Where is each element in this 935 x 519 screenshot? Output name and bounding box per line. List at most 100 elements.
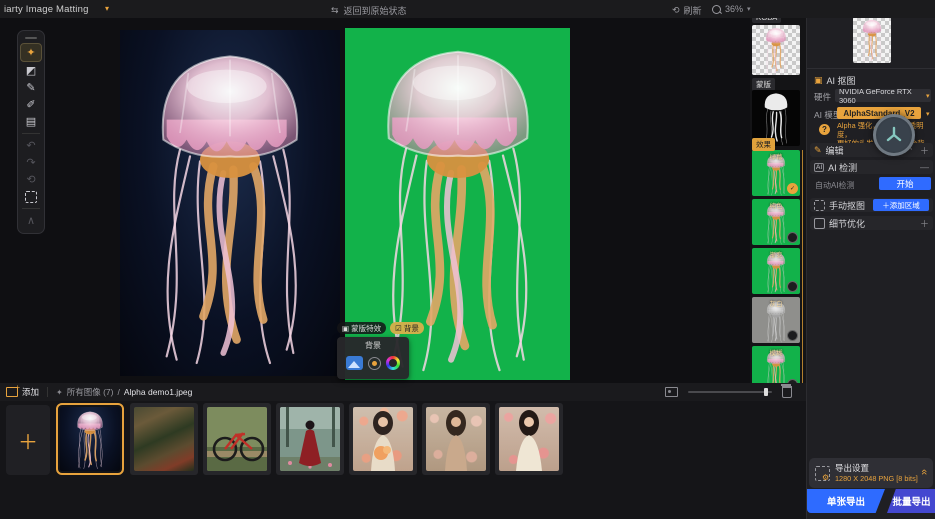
- magic-wand-icon: ✦: [26, 46, 35, 59]
- add-image-tile[interactable]: ＋: [6, 405, 50, 475]
- export-single-button[interactable]: 单张导出: [807, 489, 885, 513]
- section-edit[interactable]: ✎ 编辑 ↶ ＋: [810, 143, 933, 157]
- swap-icon[interactable]: ⇆: [331, 5, 339, 16]
- thumb-woman-bouquet: [353, 407, 413, 471]
- eraser-icon: ◩: [26, 64, 36, 77]
- effect-label: 灰白: [752, 298, 800, 308]
- chevron-up-icon: ∧: [27, 214, 35, 227]
- trash-icon[interactable]: [782, 386, 792, 398]
- detail-optimize-title: 细节优化: [829, 217, 865, 230]
- effect-thumbnail-4[interactable]: 灰白: [752, 297, 800, 343]
- slider-handle[interactable]: [764, 388, 768, 396]
- paint-roller-icon: ▤: [26, 115, 36, 128]
- tools-toolbar: ✦ ◩ ✎ ✐ ▤ ↶ ↷ ⟲ ∧: [17, 30, 45, 234]
- checkbox-icon: ☑: [395, 324, 402, 333]
- chip-mask-effect-label: 蒙版特效: [351, 323, 381, 334]
- start-detect-button[interactable]: 开始: [879, 177, 931, 190]
- export-bits: [8 bits]: [896, 474, 918, 483]
- undo-button[interactable]: ↶: [21, 137, 41, 154]
- model-select[interactable]: AlphaStandard_V2: [837, 107, 921, 119]
- breadcrumb-all-images[interactable]: 所有图像 (7): [67, 386, 114, 398]
- filmstrip-item-7[interactable]: [495, 403, 563, 475]
- thumb-jellyfish: [60, 407, 120, 471]
- filmstrip-item-3[interactable]: [203, 403, 271, 475]
- export-info: 1280 X 2048 PNG [8 bits]: [835, 474, 918, 483]
- effect-thumbnail-1[interactable]: 绿幕 ✓: [752, 150, 800, 196]
- export-single-label: 单张导出: [827, 494, 865, 508]
- redo-button[interactable]: ↷: [21, 154, 41, 171]
- star-icon: ✦: [56, 388, 63, 397]
- detail-optimize-icon: [814, 218, 825, 229]
- refresh-control[interactable]: ⟲ 刷新: [672, 4, 702, 17]
- section-ai-detect[interactable]: AI AI 检测 —: [810, 160, 933, 174]
- layers-icon: ▣: [342, 324, 349, 333]
- effect-thumbnail-2[interactable]: 纯色: [752, 199, 800, 245]
- canvas-status-text: 返回到原始状态: [344, 4, 407, 17]
- collapse-export-icon[interactable]: «: [918, 469, 930, 475]
- original-image[interactable]: [120, 30, 340, 376]
- collapse-toolbar-button[interactable]: ∧: [21, 212, 41, 229]
- chip-mask-effect[interactable]: ▣ 蒙版特效: [337, 322, 386, 334]
- toolbar-drag-handle[interactable]: [25, 37, 37, 39]
- redo-icon: ↷: [26, 156, 35, 169]
- effect-badge[interactable]: [787, 330, 798, 341]
- add-image-button[interactable]: 添加: [22, 386, 39, 398]
- background-transparent-option[interactable]: [368, 357, 381, 370]
- background-image-option[interactable]: [346, 356, 363, 370]
- thumbnail-size-icon: [665, 387, 678, 397]
- edit-add-icon[interactable]: ＋: [920, 144, 929, 157]
- section-manual-matting[interactable]: 手动抠图 ＋添加区域: [810, 198, 933, 212]
- effect-badge[interactable]: [787, 281, 798, 292]
- effect-label: 模糊: [752, 347, 800, 357]
- expand-section-icon[interactable]: ＋: [920, 217, 929, 230]
- manual-matting-title: 手动抠图: [829, 199, 865, 212]
- filmstrip-header: 添加 ✦ 所有图像 (7) / Alpha demo1.jpeg: [0, 383, 806, 401]
- zoom-control[interactable]: 36% ▾: [712, 4, 751, 14]
- refresh-icon: ⟲: [672, 5, 680, 16]
- filmstrip-item-2[interactable]: [130, 403, 198, 475]
- filmstrip-item-4[interactable]: [276, 403, 344, 475]
- current-image-preview[interactable]: [853, 17, 891, 63]
- effect-label: 渐变: [752, 249, 800, 259]
- canvas-status: ⇆ 返回到原始状态: [331, 4, 407, 17]
- filmstrip-item-1-selected[interactable]: [56, 403, 124, 475]
- ai-matting-title: AI 抠图: [827, 74, 856, 87]
- add-region-button[interactable]: ＋添加区域: [873, 199, 929, 211]
- eraser-tool[interactable]: ◩: [21, 62, 41, 79]
- floating-assistant-button[interactable]: [873, 114, 915, 156]
- reset-button[interactable]: ⟲: [21, 171, 41, 188]
- chip-background[interactable]: ☑ 背景: [390, 322, 424, 334]
- roller-tool[interactable]: ▤: [21, 113, 41, 130]
- thumbnail-size-slider[interactable]: [688, 391, 772, 393]
- brush-tool[interactable]: ✐: [21, 96, 41, 113]
- pen-tool[interactable]: ✎: [21, 79, 41, 96]
- filmstrip-item-5[interactable]: [349, 403, 417, 475]
- section-detail-optimize[interactable]: 细节优化 ＋: [810, 216, 933, 230]
- background-color-picker-option[interactable]: [386, 356, 400, 370]
- ai-detect-title: AI 检测: [828, 161, 857, 174]
- marquee-tool[interactable]: [21, 188, 41, 205]
- rgba-thumbnail[interactable]: [752, 25, 800, 75]
- effect-badge[interactable]: [787, 232, 798, 243]
- collapse-section-icon[interactable]: —: [920, 162, 929, 172]
- chip-background-label: 背景: [404, 323, 419, 334]
- effect-selected-badge[interactable]: ✓: [787, 183, 798, 194]
- hardware-label: 硬件: [814, 91, 831, 103]
- app-menu-caret-icon[interactable]: ▾: [105, 4, 109, 13]
- thumb-mountain-bike: [207, 407, 267, 471]
- model-caret-icon[interactable]: ▾: [926, 110, 930, 118]
- marquee-icon: [25, 191, 37, 203]
- effect-thumbnail-3[interactable]: 渐变: [752, 248, 800, 294]
- gear-icon: ⚙: [822, 473, 829, 482]
- filmstrip-item-6[interactable]: [422, 403, 490, 475]
- hardware-caret-icon[interactable]: ▾: [926, 92, 930, 100]
- breadcrumb-separator: /: [117, 387, 119, 397]
- edit-title: 编辑: [826, 144, 844, 157]
- export-batch-button[interactable]: 批量导出: [887, 489, 935, 513]
- export-settings-card[interactable]: ⚙ 导出设置 1280 X 2048 PNG [8 bits] «: [809, 458, 933, 488]
- hardware-value: NVIDIA GeForce RTX 3060: [839, 87, 927, 105]
- title-bar: iarty Image Matting ▾ ⇆ 返回到原始状态 ⟲ 刷新 36%…: [0, 0, 935, 18]
- ai-select-tool[interactable]: ✦: [20, 43, 42, 62]
- hardware-select[interactable]: NVIDIA GeForce RTX 3060: [835, 89, 931, 102]
- help-icon[interactable]: ?: [819, 124, 830, 135]
